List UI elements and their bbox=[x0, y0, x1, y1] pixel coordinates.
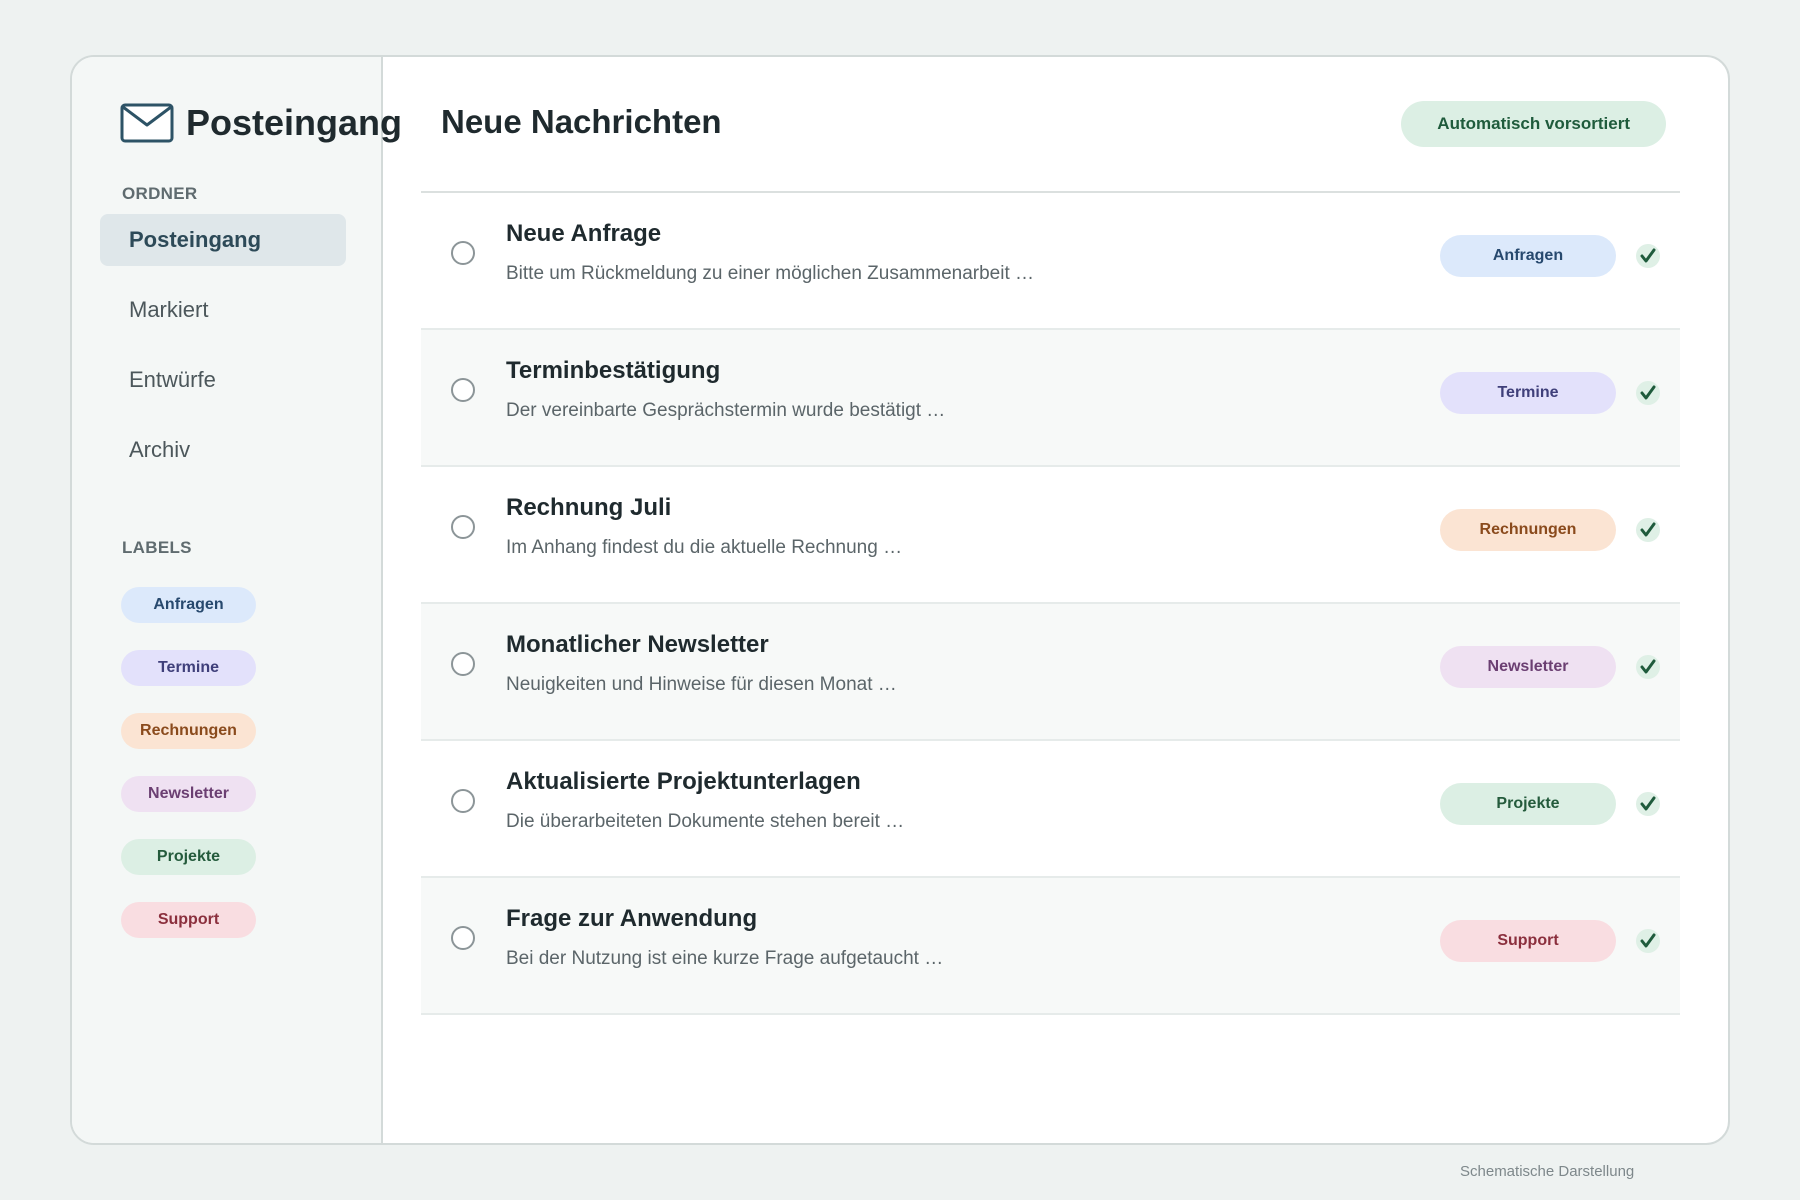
label-list: Anfragen Termine Rechnungen Newsletter P… bbox=[121, 587, 256, 965]
check-icon bbox=[1636, 518, 1660, 542]
auto-sort-badge[interactable]: Automatisch vorsortiert bbox=[1401, 101, 1666, 147]
message-pane: Neue Nachrichten Automatisch vorsortiert… bbox=[383, 57, 1728, 1143]
folder-label: Posteingang bbox=[129, 227, 262, 252]
message-row[interactable]: Monatlicher Newsletter Neuigkeiten und H… bbox=[421, 604, 1680, 741]
page-title: Neue Nachrichten bbox=[441, 103, 722, 140]
label-pill-rechnungen[interactable]: Rechnungen bbox=[121, 713, 256, 749]
label-pill-projekte[interactable]: Projekte bbox=[121, 839, 256, 875]
check-icon bbox=[1636, 655, 1660, 679]
message-subject: Monatlicher Newsletter bbox=[506, 631, 769, 658]
select-radio[interactable] bbox=[451, 926, 475, 950]
message-row[interactable]: Rechnung Juli Im Anhang findest du die a… bbox=[421, 467, 1680, 604]
message-preview: Im Anhang findest du die aktuelle Rechnu… bbox=[506, 537, 903, 558]
folder-item-drafts[interactable]: Entwürfe bbox=[100, 354, 346, 406]
envelope-icon bbox=[120, 103, 174, 143]
select-radio[interactable] bbox=[451, 241, 475, 265]
sidebar: Posteingang ORDNER Posteingang Markiert … bbox=[72, 57, 402, 1143]
folder-item-inbox[interactable]: Posteingang bbox=[100, 214, 346, 266]
label-pill-termine[interactable]: Termine bbox=[121, 650, 256, 686]
message-subject: Frage zur Anwendung bbox=[506, 905, 758, 932]
select-radio[interactable] bbox=[451, 789, 475, 813]
select-radio[interactable] bbox=[451, 378, 475, 402]
message-subject: Terminbestätigung bbox=[506, 357, 721, 384]
folder-label: Markiert bbox=[129, 297, 209, 322]
labels-heading: LABELS bbox=[122, 538, 192, 557]
message-label-pill[interactable]: Termine bbox=[1440, 372, 1616, 414]
message-preview: Neuigkeiten und Hinweise für diesen Mona… bbox=[506, 674, 897, 695]
check-icon bbox=[1636, 381, 1660, 405]
check-icon bbox=[1636, 244, 1660, 268]
check-icon bbox=[1636, 929, 1660, 953]
sidebar-brand: Posteingang bbox=[120, 102, 402, 144]
message-preview: Der vereinbarte Gesprächstermin wurde be… bbox=[506, 400, 946, 421]
message-preview: Bei der Nutzung ist eine kurze Frage auf… bbox=[506, 948, 944, 969]
label-pill-anfragen[interactable]: Anfragen bbox=[121, 587, 256, 623]
label-pill-newsletter[interactable]: Newsletter bbox=[121, 776, 256, 812]
folder-label: Archiv bbox=[129, 437, 191, 462]
check-icon bbox=[1636, 792, 1660, 816]
message-row[interactable]: Aktualisierte Projektunterlagen Die über… bbox=[421, 741, 1680, 878]
message-row[interactable]: Neue Anfrage Bitte um Rückmeldung zu ein… bbox=[421, 193, 1680, 330]
message-label-pill[interactable]: Projekte bbox=[1440, 783, 1616, 825]
select-radio[interactable] bbox=[451, 515, 475, 539]
message-label-pill[interactable]: Newsletter bbox=[1440, 646, 1616, 688]
message-preview: Die überarbeiteten Dokumente stehen bere… bbox=[506, 811, 905, 832]
message-label-pill[interactable]: Anfragen bbox=[1440, 235, 1616, 277]
message-subject: Aktualisierte Projektunterlagen bbox=[506, 768, 861, 795]
select-radio[interactable] bbox=[451, 652, 475, 676]
message-list: Neue Anfrage Bitte um Rückmeldung zu ein… bbox=[421, 191, 1680, 1015]
folder-list: Posteingang Markiert Entwürfe Archiv bbox=[100, 214, 346, 494]
message-label-pill[interactable]: Rechnungen bbox=[1440, 509, 1616, 551]
message-row[interactable]: Frage zur Anwendung Bei der Nutzung ist … bbox=[421, 878, 1680, 1015]
folders-heading: ORDNER bbox=[122, 184, 198, 203]
footnote: Schematische Darstellung bbox=[1460, 1163, 1635, 1180]
message-subject: Neue Anfrage bbox=[506, 220, 662, 247]
message-row[interactable]: Terminbestätigung Der vereinbarte Gesprä… bbox=[421, 330, 1680, 467]
label-pill-support[interactable]: Support bbox=[121, 902, 256, 938]
mail-app-window: Posteingang ORDNER Posteingang Markiert … bbox=[70, 55, 1730, 1145]
message-label-pill[interactable]: Support bbox=[1440, 920, 1616, 962]
app-title: Posteingang bbox=[186, 102, 403, 143]
folder-label: Entwürfe bbox=[129, 367, 216, 392]
folder-item-flagged[interactable]: Markiert bbox=[100, 284, 346, 336]
message-subject: Rechnung Juli bbox=[506, 494, 672, 521]
message-preview: Bitte um Rückmeldung zu einer möglichen … bbox=[506, 263, 1035, 284]
folder-item-archive[interactable]: Archiv bbox=[100, 424, 346, 476]
